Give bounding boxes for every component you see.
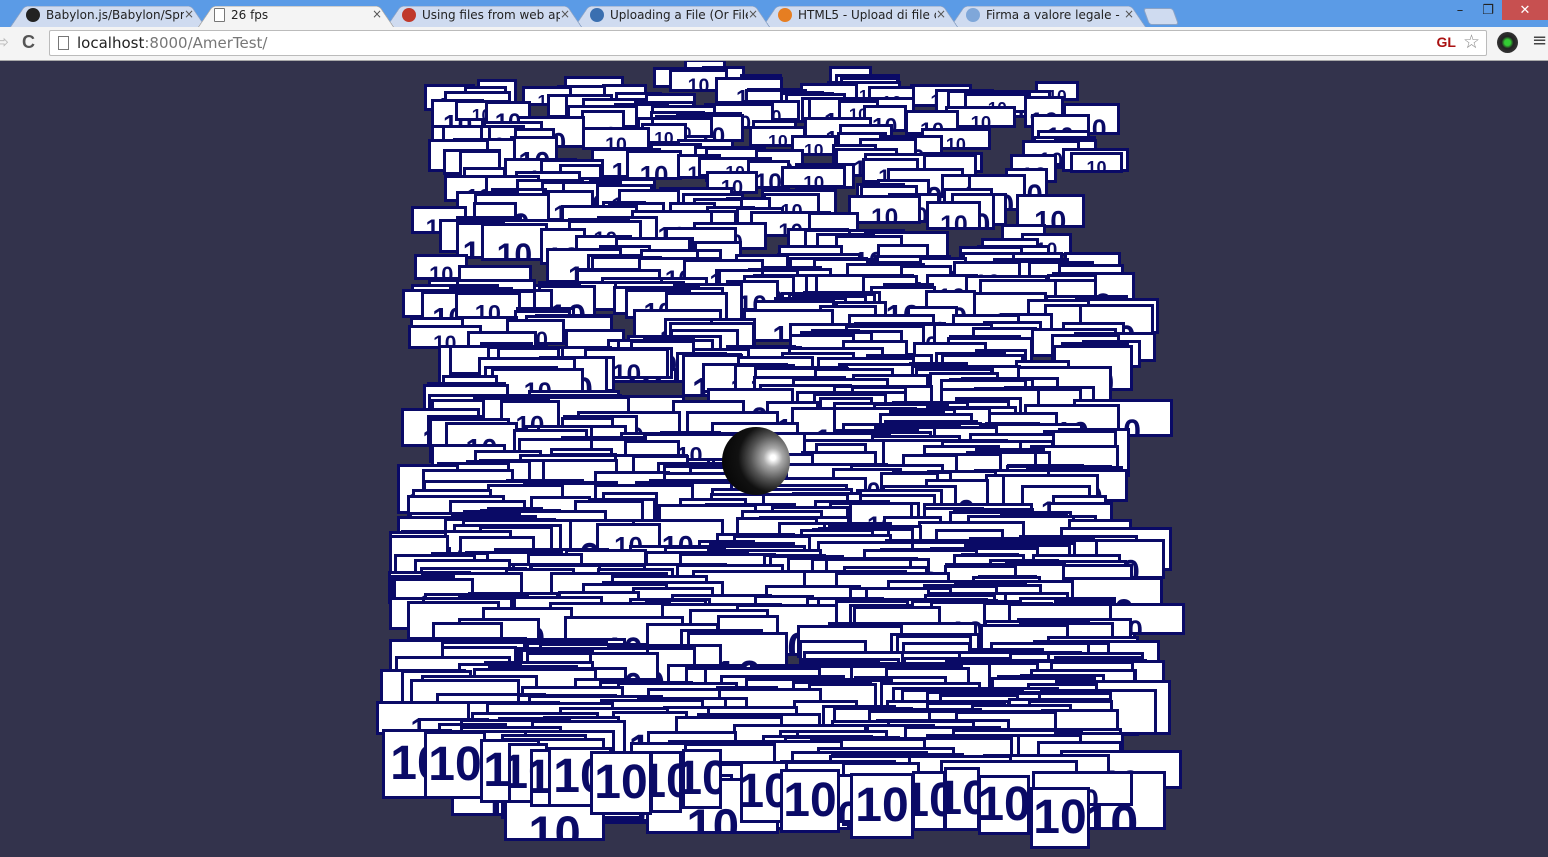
restore-button[interactable]: ❐ — [1474, 0, 1502, 20]
tab-close-icon[interactable]: × — [372, 7, 382, 21]
sprite-card: 10 — [1015, 193, 1085, 228]
sprite-card-front: 10 — [682, 749, 722, 809]
sprite-card: 10 — [626, 149, 683, 181]
new-tab-button[interactable] — [1142, 8, 1180, 25]
sprite-card-front: 10 — [424, 731, 486, 799]
sprite-card-front: 10 — [944, 767, 980, 831]
tab-title: HTML5 - Upload di file co — [798, 7, 936, 22]
window-controls: – ❐ ✕ — [1446, 0, 1548, 20]
sprite-label: 10 — [754, 169, 782, 190]
browser-toolbar: ⇨ C localhost:8000/AmerTest/ GL ☆ ≡ — [0, 27, 1548, 61]
tab-title: Babylon.js/Babylon/Sprite — [46, 7, 184, 22]
sprite-label: 10 — [496, 237, 533, 261]
tab-4[interactable]: HTML5 - Upload di file co × — [762, 2, 958, 28]
tab-strip: Babylon.js/Babylon/Sprite×26 fps×Using f… — [10, 2, 1180, 28]
close-window-button[interactable]: ✕ — [1502, 0, 1548, 20]
html-it-icon — [778, 7, 792, 22]
tab-0[interactable]: Babylon.js/Babylon/Sprite× — [10, 2, 206, 28]
sprite-label: 10 — [687, 75, 710, 92]
page-icon — [58, 36, 69, 50]
extension-icon[interactable] — [1497, 32, 1518, 53]
tab-1[interactable]: 26 fps × — [198, 2, 394, 28]
sprite-label: 10 — [429, 261, 454, 280]
tab-title: 26 fps — [231, 7, 269, 22]
sprite-card-front: 10 — [1030, 787, 1090, 849]
address-bar[interactable]: localhost:8000/AmerTest/ GL ☆ — [49, 30, 1487, 56]
tab-title: Firma a valore legale - Ho — [986, 7, 1124, 22]
tab-title: Using files from web appli — [422, 7, 560, 22]
sphere-mesh — [722, 427, 790, 495]
bookmark-star-icon[interactable]: ☆ — [1463, 31, 1480, 53]
sprite-card-front: 10 — [650, 751, 682, 813]
sprite-label: 10 — [940, 210, 968, 231]
mozilla-icon — [402, 7, 416, 22]
tab-5[interactable]: Firma a valore legale - Ho× — [950, 2, 1146, 28]
sprite-label: 10 — [685, 755, 719, 803]
github-icon — [26, 7, 40, 22]
sprite-label: 10 — [970, 111, 992, 128]
sprite-label: 10 — [945, 134, 966, 150]
sprite-label: 10 — [528, 807, 581, 841]
sprite-label: 10 — [654, 128, 674, 144]
tab-close-icon[interactable]: × — [936, 7, 946, 21]
sprite-label: 10 — [915, 777, 943, 825]
tab-close-icon[interactable]: × — [1124, 7, 1134, 21]
url-path: :8000/AmerTest/ — [144, 34, 268, 52]
tab-close-icon[interactable]: × — [184, 7, 194, 21]
page-icon — [214, 7, 225, 22]
webgl-canvas[interactable]: 10 10 10 10 10 10 10 10 10 10 10 10 10 10 10 10 10 10 10 10… — [0, 61, 1548, 857]
tab-title: Uploading a File (Or Files) — [610, 7, 748, 22]
document-icon — [966, 7, 980, 22]
sprite-label: 10 — [804, 140, 824, 156]
url-host: localhost — [77, 34, 145, 52]
sprite-label: 10 — [978, 778, 1030, 831]
sprite-label: 10 — [871, 204, 899, 225]
sprite-label: 10 — [594, 756, 648, 809]
sprite-card: 10 — [926, 200, 982, 231]
tab-close-icon[interactable]: × — [748, 7, 758, 21]
sprite-card-front: 10 — [590, 751, 652, 815]
sprite-label: 10 — [428, 738, 482, 791]
sprite-label: 10 — [768, 131, 788, 147]
sprite-label: 10 — [653, 758, 679, 806]
sprite-card: 10 — [481, 223, 548, 261]
webgl-badge[interactable]: GL — [1437, 34, 1456, 50]
menu-icon[interactable]: ≡ — [1532, 30, 1547, 51]
forward-icon[interactable]: ⇨ — [0, 32, 9, 53]
new-tab-shape — [1142, 8, 1180, 25]
sprite-label: 10 — [1086, 158, 1107, 174]
sprite-label: 10 — [783, 774, 837, 827]
reload-icon[interactable]: C — [22, 32, 35, 53]
sprite-card-front: 10 — [912, 771, 946, 831]
tab-close-icon[interactable]: × — [560, 7, 570, 21]
sprite-card: 10 — [781, 166, 847, 189]
sprite-card: 10 — [848, 195, 922, 225]
sprite-card: 10 — [1070, 151, 1123, 174]
title-bar: Babylon.js/Babylon/Sprite×26 fps×Using f… — [0, 0, 1548, 28]
sprite-card-front: 10 — [978, 775, 1030, 835]
tab-3[interactable]: Uploading a File (Or Files)× — [574, 2, 770, 28]
sprite-label: 10 — [855, 779, 909, 832]
tab-2[interactable]: Using files from web appli× — [386, 2, 582, 28]
sprite-card-front: 10 — [780, 769, 840, 833]
sprite-label: 10 — [1033, 791, 1087, 844]
sprite-card-front: 10 — [850, 773, 914, 839]
minimize-button[interactable]: – — [1446, 0, 1474, 20]
sprite-label: 10 — [611, 358, 642, 380]
url-text[interactable]: localhost:8000/AmerTest/ — [77, 34, 268, 52]
globe-icon — [590, 7, 604, 22]
sprite-label: 10 — [803, 172, 825, 189]
sprite-label: 10 — [947, 775, 977, 823]
